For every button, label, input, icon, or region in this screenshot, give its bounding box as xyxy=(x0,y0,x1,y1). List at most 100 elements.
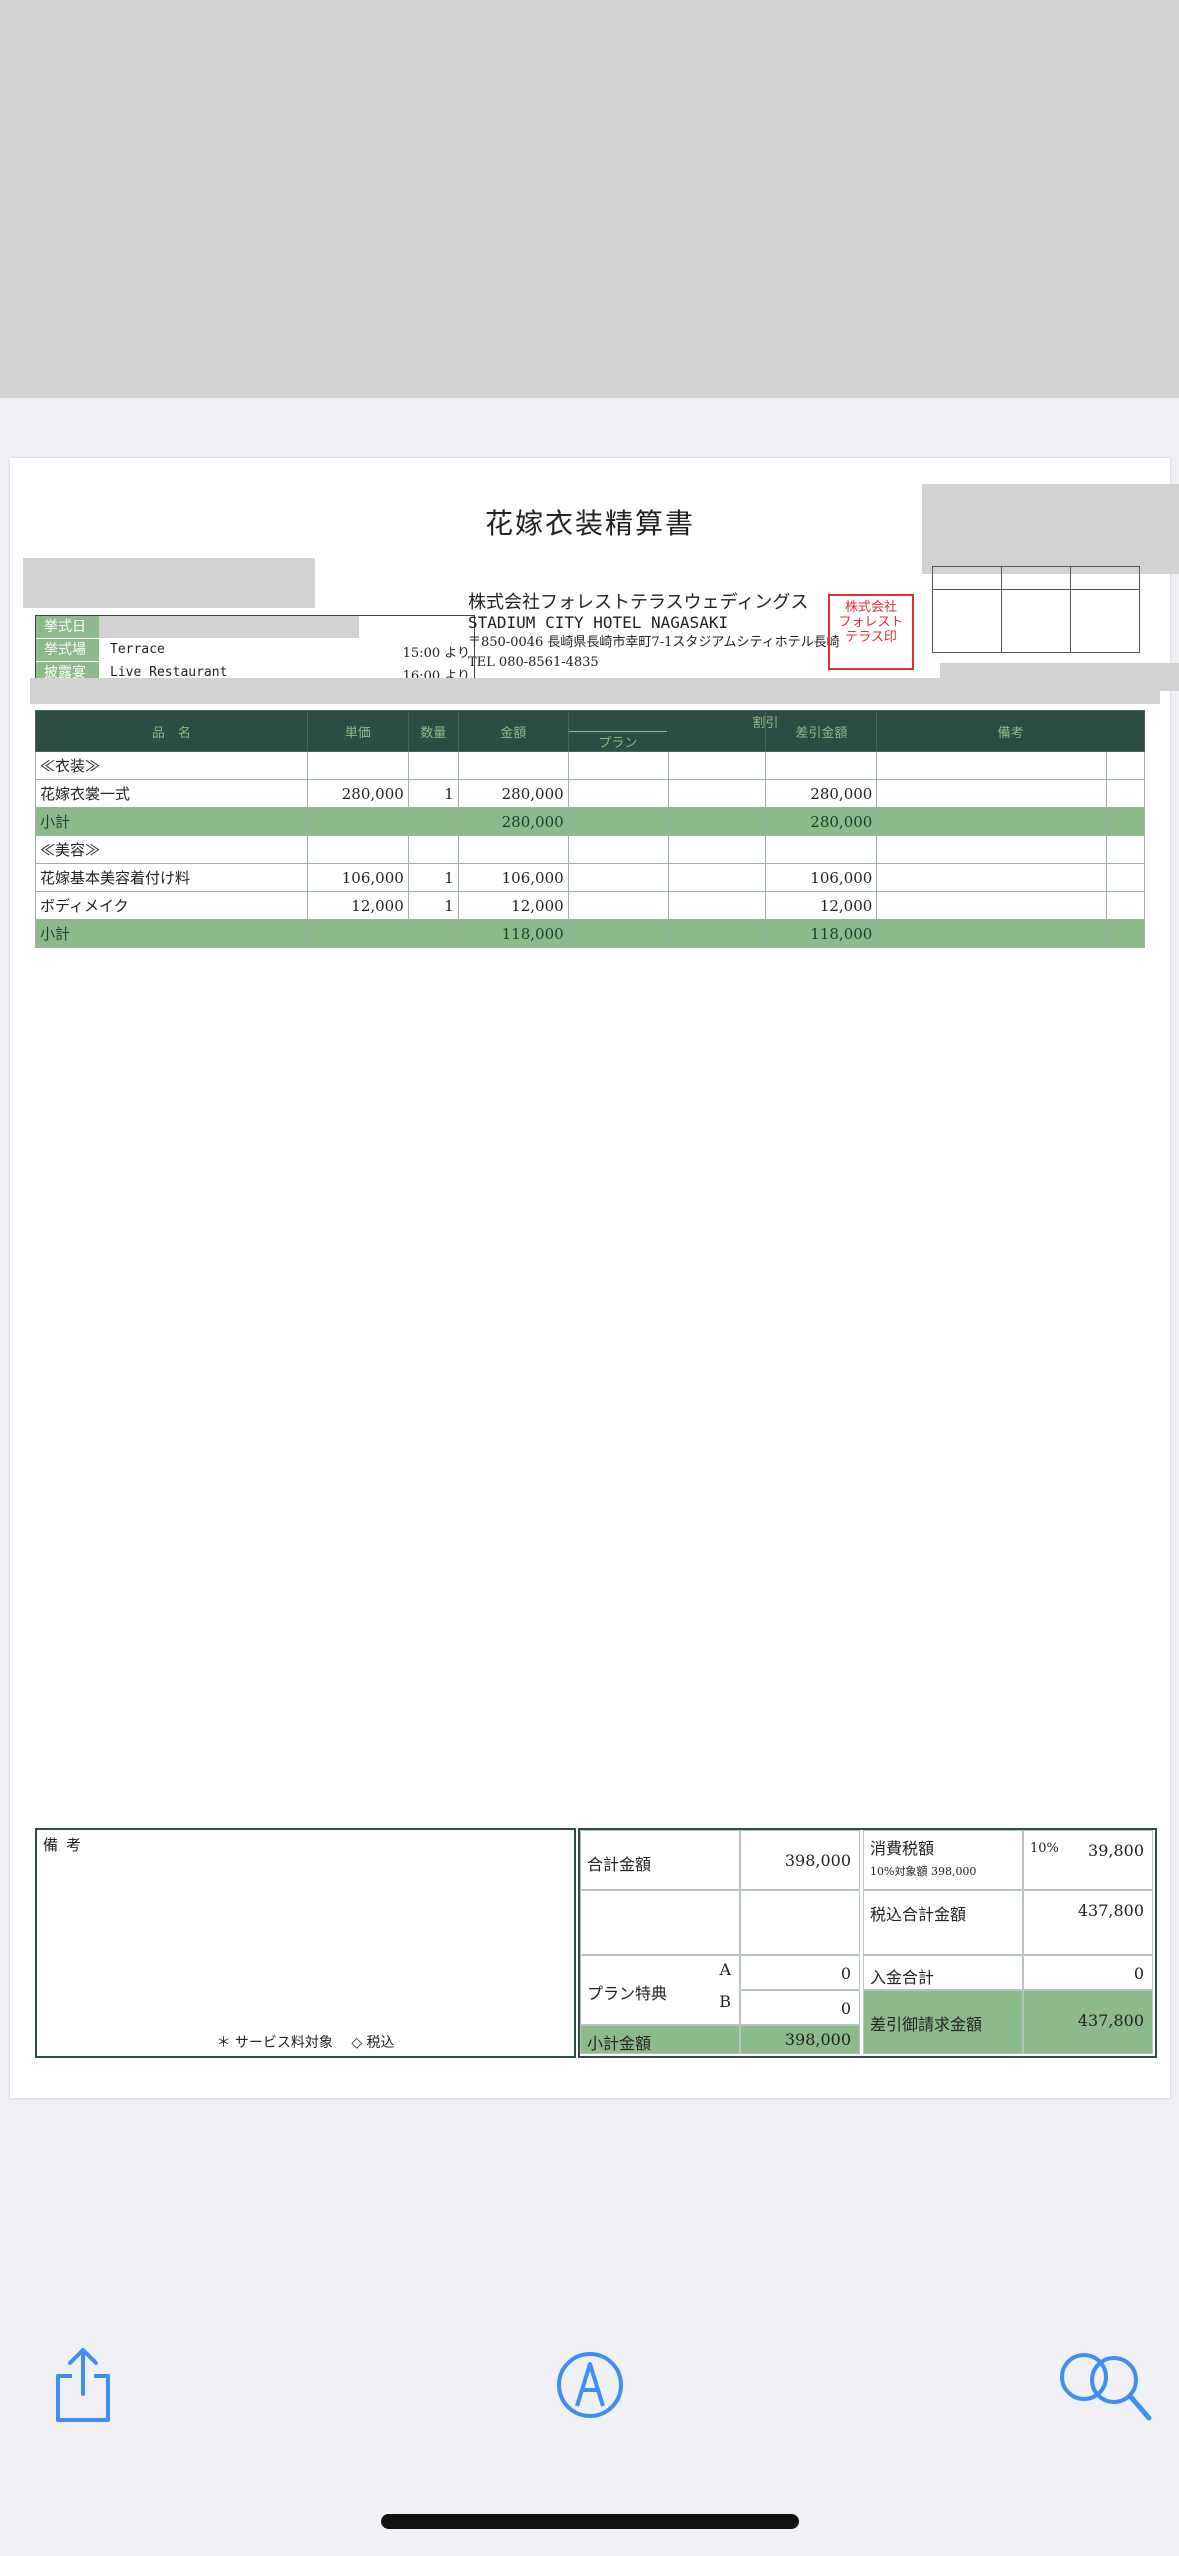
item-qty: 1 xyxy=(407,863,459,892)
markup-icon xyxy=(557,2352,623,2418)
bottom-toolbar xyxy=(0,2300,1179,2422)
info-label: 挙式日 xyxy=(36,616,99,638)
total-label: 合計金額 xyxy=(587,1855,652,1874)
billing-value: 437,800 xyxy=(1077,2011,1144,2030)
notes-footer: ＊ サービス料対象 ◇ 税込 xyxy=(216,2035,395,2051)
share-button[interactable] xyxy=(50,2344,116,2424)
info-label: 挙式場 xyxy=(36,639,99,661)
paid-value: 0 xyxy=(1133,1964,1144,1983)
company-block: 株式会社フォレストテラスウェディングス STADIUM CITY HOTEL N… xyxy=(468,593,840,673)
item-qty: 1 xyxy=(407,779,459,808)
subtotal-label-cell: 小計金額 xyxy=(580,2025,740,2054)
plan-b-cell: 0 xyxy=(740,1990,860,2025)
table-row: 花嫁基本美容着付け料 106,000 1 106,000 106,000 xyxy=(35,863,1145,892)
notes-label: 備考 xyxy=(43,1836,90,1854)
header-amount: 金額 xyxy=(457,710,569,752)
total-value-cell: 398,000 xyxy=(740,1830,860,1890)
paid-label: 入金合計 xyxy=(870,1968,935,1987)
taxinc-value-cell: 437,800 xyxy=(1023,1890,1153,1955)
subtotal-row: 小計 280,000 280,000 xyxy=(35,807,1145,836)
subtotal-label: 小計 xyxy=(35,807,308,836)
item-amount: 106,000 xyxy=(457,863,569,892)
category-row: ≪衣装≫ xyxy=(35,751,1145,780)
paid-label-cell: 入金合計 xyxy=(863,1955,1023,1990)
tax-label-cell: 消費税額 10%対象額 398,000 xyxy=(863,1830,1023,1890)
blank-cell xyxy=(580,1890,740,1955)
header-name: 品 名 xyxy=(35,710,308,752)
subtotal-value-cell: 398,000 xyxy=(740,2025,860,2054)
table-row: ボディメイク 12,000 1 12,000 12,000 xyxy=(35,891,1145,920)
subtotal-amount: 280,000 xyxy=(457,807,569,836)
plan-b-value: 0 xyxy=(840,1999,851,2018)
tax-value: 39,800 xyxy=(1088,1841,1144,1860)
header-note: 備考 xyxy=(876,710,1145,752)
plan-a-cell: 0 xyxy=(740,1955,860,1990)
plan-b-label: B xyxy=(719,1992,731,2011)
taxinc-label: 税込合計金額 xyxy=(870,1905,967,1924)
approval-grid xyxy=(932,566,1140,653)
redacted-top-right xyxy=(922,484,1179,574)
item-unit-price: 106,000 xyxy=(306,863,409,892)
paid-value-cell: 0 xyxy=(1023,1955,1153,1990)
subtotal-net: 280,000 xyxy=(765,807,878,836)
item-net: 106,000 xyxy=(765,863,878,892)
redacted-header xyxy=(0,0,1179,398)
redacted-strip-right xyxy=(940,663,1179,691)
markup-button[interactable] xyxy=(555,2350,625,2420)
billing-label: 差引御請求金額 xyxy=(870,2015,983,2034)
notes-box: 備考 ＊ サービス料対象 ◇ 税込 xyxy=(35,1828,576,2058)
blank-cell xyxy=(740,1890,860,1955)
plan-label: プラン特典 xyxy=(587,1984,668,2003)
item-name: ボディメイク xyxy=(35,891,308,920)
table-row: 花嫁衣裳一式 280,000 1 280,000 280,000 xyxy=(35,779,1145,808)
tax-sub-label: 10%対象額 398,000 xyxy=(870,1865,977,1878)
tax-rate: 10% xyxy=(1030,1841,1059,1856)
items-table: 品 名 単価 数量 金額 割引 プラン 差引金額 備考 ≪衣装≫ 花嫁衣裳一式 … xyxy=(35,710,1145,948)
total-value: 398,000 xyxy=(784,1851,851,1870)
subtotal-amount: 118,000 xyxy=(457,919,569,948)
redacted-date xyxy=(99,616,359,638)
share-icon xyxy=(56,2348,110,2422)
subtotal-row: 小計 118,000 118,000 xyxy=(35,919,1145,948)
item-amount: 12,000 xyxy=(457,891,569,920)
total-label-cell: 合計金額 xyxy=(580,1830,740,1890)
info-row-ceremony: 挙式場 Terrace 15:00 より xyxy=(36,639,474,661)
header-discount-label: 割引 xyxy=(752,716,779,731)
item-name: 花嫁基本美容着付け料 xyxy=(35,863,308,892)
home-indicator xyxy=(381,2514,799,2529)
taxinc-label-cell: 税込合計金額 xyxy=(863,1890,1023,1955)
plan-a-label: A xyxy=(719,1960,731,1979)
document-page: 花嫁衣装精算書 挙式日 挙式場 Terrace 15:00 より 披露宴 Liv… xyxy=(10,458,1179,2098)
info-row-date: 挙式日 xyxy=(36,616,474,638)
hotel-name: STADIUM CITY HOTEL NAGASAKI xyxy=(468,613,729,632)
item-net: 12,000 xyxy=(765,891,878,920)
tax-label: 消費税額 xyxy=(870,1839,935,1858)
subtotal-net: 118,000 xyxy=(765,919,878,948)
item-unit-price: 12,000 xyxy=(306,891,409,920)
redacted-recipient xyxy=(23,558,315,608)
item-qty: 1 xyxy=(407,891,459,920)
search-button[interactable] xyxy=(1057,2350,1157,2425)
search-icon xyxy=(1060,2353,1152,2421)
item-amount: 280,000 xyxy=(457,779,569,808)
category-name: ≪美容≫ xyxy=(35,835,308,864)
category-row: ≪美容≫ xyxy=(35,835,1145,864)
plan-label-cell: プラン特典 A B xyxy=(580,1955,740,2025)
totals-box: 合計金額 398,000 プラン特典 A B 0 0 小計金額 398,000 … xyxy=(578,1828,1157,2058)
company-address: 〒850-0046 長崎県長崎市幸町7-1スタジアムシティホテル長崎 xyxy=(468,635,840,650)
info-time: 15:00 より xyxy=(402,646,470,661)
company-name: 株式会社フォレストテラスウェディングス xyxy=(468,592,809,613)
plan-a-value: 0 xyxy=(840,1964,851,1983)
item-unit-price: 280,000 xyxy=(306,779,409,808)
subtotal-total-label: 小計金額 xyxy=(587,2034,652,2053)
header-discount: 割引 プラン xyxy=(567,710,778,752)
item-net: 280,000 xyxy=(765,779,878,808)
header-qty: 数量 xyxy=(407,710,459,752)
billing-label-cell: 差引御請求金額 xyxy=(863,1990,1023,2054)
subtotal-label: 小計 xyxy=(35,919,308,948)
tax-value-cell: 10% 39,800 xyxy=(1023,1830,1153,1890)
info-value: Terrace xyxy=(110,642,165,657)
billing-value-cell: 437,800 xyxy=(1023,1990,1153,2054)
item-name: 花嫁衣裳一式 xyxy=(35,779,308,808)
company-seal: 株式会社 フォレスト テラス印 xyxy=(828,594,914,670)
